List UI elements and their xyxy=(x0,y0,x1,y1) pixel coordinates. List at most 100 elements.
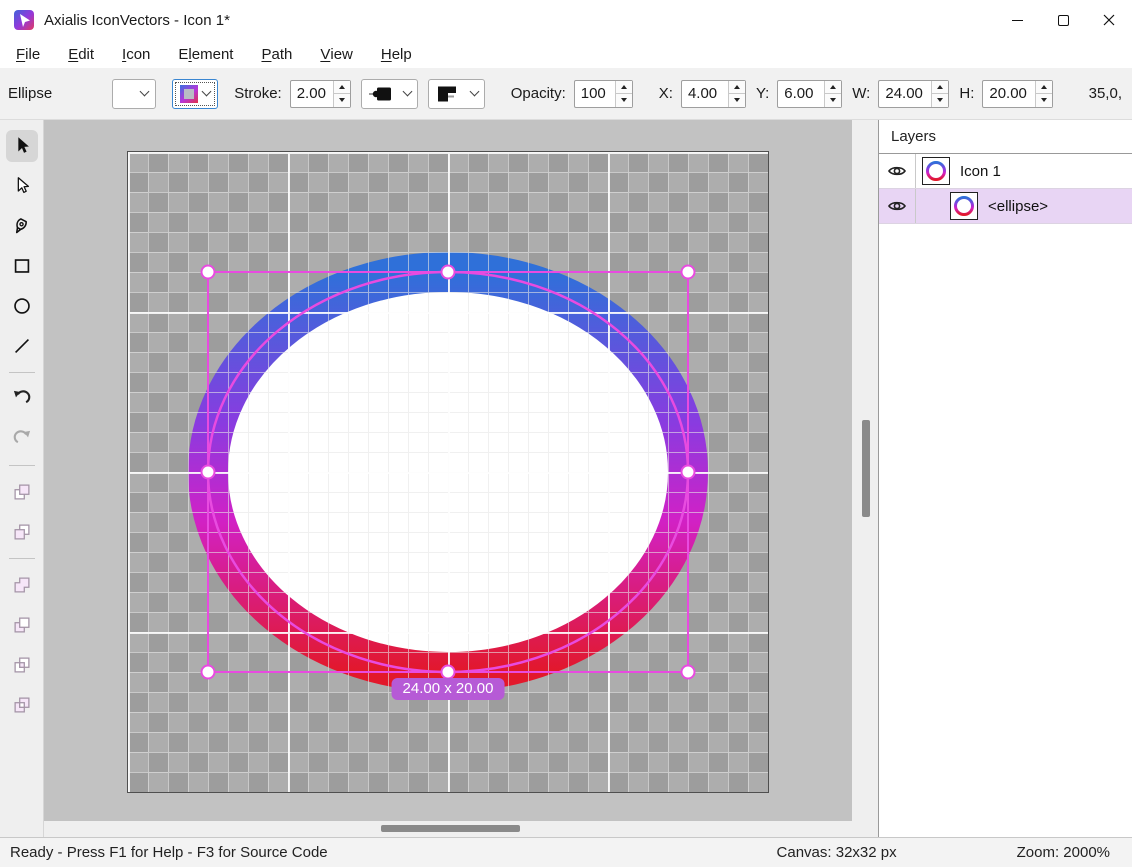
vertical-scrollbar-thumb[interactable] xyxy=(862,420,870,517)
x-decrement-button[interactable] xyxy=(729,94,745,107)
x-label: X: xyxy=(659,85,673,102)
status-zoom-level: Zoom: 2000% xyxy=(1017,844,1110,861)
stroke-join-icon xyxy=(435,84,459,104)
menu-edit[interactable]: Edit xyxy=(54,40,108,68)
chevron-down-icon xyxy=(140,87,150,97)
pathop-subtract-button[interactable] xyxy=(6,609,38,641)
horizontal-scrollbar[interactable] xyxy=(44,821,878,837)
arrange-forward-button[interactable] xyxy=(6,476,38,508)
selection-handle[interactable] xyxy=(442,266,455,279)
eye-icon xyxy=(887,199,907,213)
select-arrow-icon xyxy=(11,135,33,157)
x-value: 4.00 xyxy=(682,81,728,107)
preset-dropdown[interactable] xyxy=(112,79,156,109)
stroke-join-dropdown[interactable] xyxy=(428,79,485,109)
visibility-toggle[interactable] xyxy=(879,154,915,188)
vertical-scrollbar[interactable] xyxy=(852,120,878,821)
direct-select-arrow-icon xyxy=(11,175,33,197)
arrange-backward-icon xyxy=(11,521,33,543)
h-value: 20.00 xyxy=(983,81,1035,107)
select-tool-button[interactable] xyxy=(6,130,38,162)
selection-handle[interactable] xyxy=(682,266,695,279)
menu-element[interactable]: Element xyxy=(164,40,247,68)
layer-row-icon1[interactable]: Icon 1 xyxy=(879,154,1132,189)
menu-file[interactable]: File xyxy=(2,40,54,68)
pathop-union-button[interactable] xyxy=(6,569,38,601)
close-button[interactable] xyxy=(1086,0,1132,40)
selection-handle[interactable] xyxy=(682,466,695,479)
exclude-icon xyxy=(11,694,33,716)
opacity-increment-button[interactable] xyxy=(616,81,632,95)
opacity-label: Opacity: xyxy=(511,85,566,102)
pathop-exclude-button[interactable] xyxy=(6,689,38,721)
x-increment-button[interactable] xyxy=(729,81,745,95)
redo-icon xyxy=(11,428,33,450)
canvas[interactable]: 24.00 x 20.00 xyxy=(128,152,768,792)
w-increment-button[interactable] xyxy=(932,81,948,95)
x-input[interactable]: 4.00 xyxy=(681,80,746,108)
h-input[interactable]: 20.00 xyxy=(982,80,1053,108)
w-decrement-button[interactable] xyxy=(932,94,948,107)
selection-handle[interactable] xyxy=(202,466,215,479)
subtract-icon xyxy=(11,614,33,636)
redo-button[interactable] xyxy=(6,423,38,455)
stroke-width-value: 2.00 xyxy=(291,81,333,107)
menubar: File Edit Icon Element Path View Help xyxy=(0,40,1132,68)
h-increment-button[interactable] xyxy=(1036,81,1052,95)
rectangle-tool-button[interactable] xyxy=(6,250,38,282)
opacity-value: 100 xyxy=(575,81,615,107)
layers-panel: Layers Icon 1 xyxy=(878,120,1132,837)
stroke-color-dropdown[interactable] xyxy=(172,79,218,109)
chevron-down-icon xyxy=(402,87,412,97)
intersect-icon xyxy=(11,654,33,676)
stroke-increment-button[interactable] xyxy=(334,81,350,95)
opacity-input[interactable]: 100 xyxy=(574,80,633,108)
pen-tool-button[interactable] xyxy=(6,210,38,242)
layers-header: Layers xyxy=(879,120,1132,153)
arrange-forward-icon xyxy=(11,481,33,503)
maximize-icon xyxy=(1058,15,1069,26)
ellipse-tool-button[interactable] xyxy=(6,290,38,322)
menu-icon[interactable]: Icon xyxy=(108,40,164,68)
stroke-cap-dropdown[interactable] xyxy=(361,79,418,109)
minimize-icon xyxy=(1012,20,1023,21)
horizontal-scrollbar-thumb[interactable] xyxy=(381,825,520,832)
chevron-down-icon xyxy=(202,87,212,97)
selection-handle[interactable] xyxy=(202,666,215,679)
window-controls xyxy=(994,0,1132,40)
visibility-toggle[interactable] xyxy=(879,189,915,223)
selection-handle[interactable] xyxy=(442,666,455,679)
h-decrement-button[interactable] xyxy=(1036,94,1052,107)
layer-separator xyxy=(915,189,916,223)
w-input[interactable]: 24.00 xyxy=(878,80,949,108)
direct-select-tool-button[interactable] xyxy=(6,170,38,202)
selection-handle[interactable] xyxy=(682,666,695,679)
stroke-width-input[interactable]: 2.00 xyxy=(290,80,351,108)
y-decrement-button[interactable] xyxy=(825,94,841,107)
layer-separator xyxy=(915,154,916,188)
stroke-decrement-button[interactable] xyxy=(334,94,350,107)
chevron-down-icon xyxy=(469,87,479,97)
layer-row-ellipse[interactable]: <ellipse> xyxy=(879,189,1132,224)
app-logo-icon xyxy=(14,10,34,30)
y-label: Y: xyxy=(756,85,769,102)
pathop-intersect-button[interactable] xyxy=(6,649,38,681)
line-tool-button[interactable] xyxy=(6,330,38,362)
workspace[interactable]: 24.00 x 20.00 xyxy=(44,120,878,837)
maximize-button[interactable] xyxy=(1040,0,1086,40)
menu-path[interactable]: Path xyxy=(247,40,306,68)
properties-toolbar: Ellipse Stroke: 2.00 xyxy=(0,68,1132,120)
layer-label: <ellipse> xyxy=(988,198,1048,215)
minimize-button[interactable] xyxy=(994,0,1040,40)
undo-button[interactable] xyxy=(6,383,38,415)
rectangle-icon xyxy=(11,255,33,277)
arrange-backward-button[interactable] xyxy=(6,516,38,548)
y-input[interactable]: 6.00 xyxy=(777,80,842,108)
y-increment-button[interactable] xyxy=(825,81,841,95)
w-label: W: xyxy=(852,85,870,102)
menu-view[interactable]: View xyxy=(306,40,367,68)
menu-help[interactable]: Help xyxy=(367,40,426,68)
opacity-decrement-button[interactable] xyxy=(616,94,632,107)
selection-handle[interactable] xyxy=(202,266,215,279)
undo-icon xyxy=(11,388,33,410)
